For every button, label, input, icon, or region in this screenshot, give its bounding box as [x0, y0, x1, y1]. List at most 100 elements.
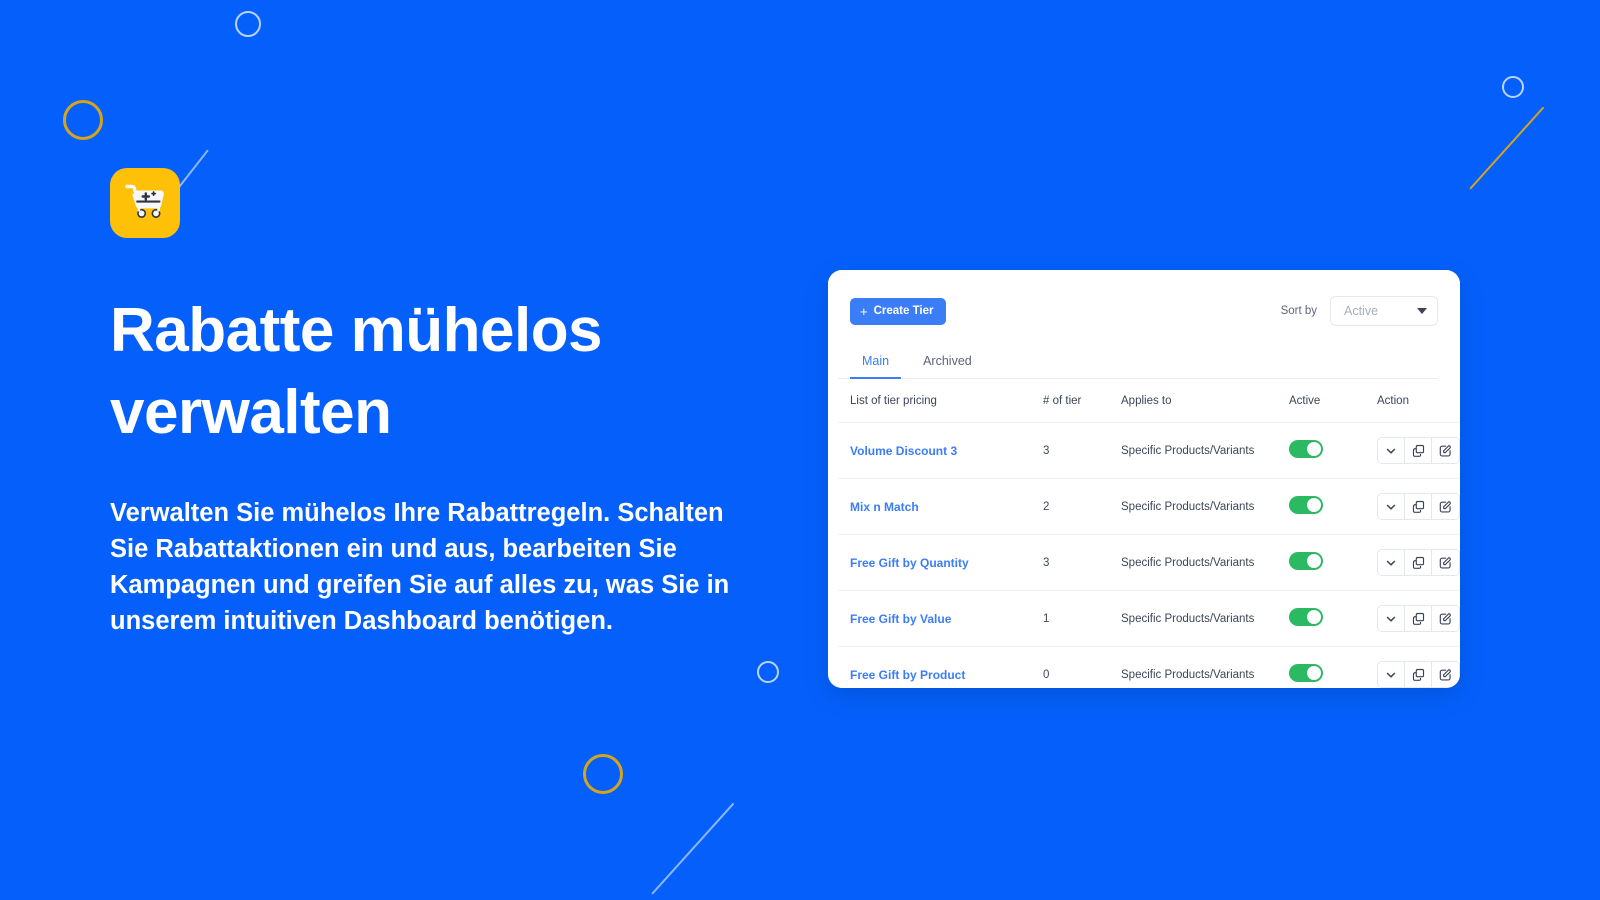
duplicate-icon — [1412, 556, 1425, 569]
edit-button[interactable] — [1432, 662, 1459, 687]
app-screenshot-card: + Create Tier Sort by Active Main Archiv… — [828, 270, 1460, 688]
chevron-down-icon — [1385, 669, 1397, 681]
table-row: Mix n Match 2 Specific Products/Variants — [838, 478, 1460, 535]
line-gold-topright — [1469, 106, 1545, 190]
chevron-down-icon — [1385, 445, 1397, 457]
cell-action — [1377, 647, 1460, 688]
cell-applies-to: Specific Products/Variants — [1121, 478, 1289, 535]
ring-gold-bottom — [583, 754, 623, 794]
row-action-group — [1377, 493, 1460, 520]
ring-white-top — [235, 11, 261, 37]
edit-button[interactable] — [1432, 494, 1459, 519]
cell-tier-count: 2 — [1043, 478, 1121, 535]
cell-active — [1289, 422, 1377, 479]
cell-active — [1289, 478, 1377, 535]
caret-down-icon — [1417, 308, 1427, 314]
tab-main[interactable]: Main — [850, 348, 902, 379]
cell-name: Mix n Match — [838, 478, 1043, 535]
cell-name: Free Gift by Quantity — [838, 534, 1043, 591]
tier-name-link[interactable]: Free Gift by Quantity — [850, 556, 969, 570]
cell-active — [1289, 647, 1377, 689]
active-toggle[interactable] — [1289, 496, 1323, 514]
tier-name-link[interactable]: Free Gift by Product — [850, 668, 965, 682]
cell-applies-to: Specific Products/Variants — [1121, 422, 1289, 479]
app-screenshot-inner: + Create Tier Sort by Active Main Archiv… — [828, 270, 1460, 688]
cell-action — [1377, 534, 1460, 591]
duplicate-icon — [1412, 668, 1425, 681]
cell-action — [1377, 590, 1460, 647]
duplicate-button[interactable] — [1405, 438, 1432, 463]
sort-by-value: Active — [1344, 304, 1379, 318]
duplicate-icon — [1412, 500, 1425, 513]
edit-icon — [1439, 612, 1452, 625]
column-header-active: Active — [1289, 379, 1377, 423]
cell-active — [1289, 534, 1377, 591]
edit-icon — [1439, 500, 1452, 513]
edit-button[interactable] — [1432, 550, 1459, 575]
duplicate-icon — [1412, 444, 1425, 457]
cell-action — [1377, 422, 1460, 479]
cell-tier-count: 0 — [1043, 668, 1050, 681]
app-logo — [110, 168, 180, 238]
hero-title: Rabatte mühelos verwalten — [110, 296, 603, 447]
cell-action — [1377, 478, 1460, 535]
tier-name-link[interactable]: Mix n Match — [850, 500, 919, 514]
cell-active — [1289, 590, 1377, 647]
toggle-knob — [1307, 554, 1321, 568]
table-header: List of tier pricing # of tier Applies t… — [838, 379, 1460, 423]
tier-name-link[interactable]: Volume Discount 3 — [850, 444, 957, 458]
chevron-down-button[interactable] — [1378, 606, 1405, 631]
table-row: Volume Discount 3 3 Specific Products/Vari… — [838, 422, 1460, 479]
duplicate-button[interactable] — [1405, 550, 1432, 575]
sort-control: Sort by Active — [1281, 296, 1438, 326]
create-tier-button-label: Create Tier — [873, 305, 934, 317]
hero-body-text: Verwalten Sie mühelos Ihre Rabattregeln.… — [110, 498, 730, 635]
edit-button[interactable] — [1432, 606, 1459, 631]
tier-pricing-table: List of tier pricing # of tier Applies t… — [838, 379, 1460, 688]
table-row: Free Gift by Quantity 3 Specific Products/… — [838, 534, 1460, 591]
plus-icon: + — [860, 303, 868, 319]
line-white-bottom — [651, 802, 735, 895]
edit-icon — [1439, 556, 1452, 569]
edit-icon — [1439, 668, 1452, 681]
column-header-applies-to: Applies to — [1121, 379, 1289, 423]
chevron-down-icon — [1385, 557, 1397, 569]
ring-white-mid — [757, 661, 779, 683]
tier-name-link[interactable]: Free Gift by Value — [850, 612, 951, 626]
active-toggle[interactable] — [1289, 664, 1323, 682]
cell-tier-count: 3 — [1043, 534, 1121, 591]
hero-section: Rabatte mühelos verwalten Verwalten Sie … — [110, 168, 770, 639]
active-toggle[interactable] — [1289, 440, 1323, 458]
cell-name: Free Gift by Product — [838, 647, 1043, 689]
tab-archived[interactable]: Archived — [911, 348, 984, 379]
create-tier-button[interactable]: + Create Tier — [850, 297, 947, 325]
chevron-down-button[interactable] — [1378, 550, 1405, 575]
column-header-name: List of tier pricing — [838, 379, 1043, 423]
active-toggle[interactable] — [1289, 608, 1323, 626]
duplicate-button[interactable] — [1405, 494, 1432, 519]
chevron-down-button[interactable] — [1378, 494, 1405, 519]
row-action-group — [1377, 661, 1460, 688]
chevron-down-button[interactable] — [1378, 438, 1405, 463]
table-body: Volume Discount 3 3 Specific Products/Vari… — [838, 422, 1460, 689]
duplicate-button[interactable] — [1405, 662, 1432, 687]
edit-button[interactable] — [1432, 438, 1459, 463]
shopping-cart-plus-icon — [123, 181, 167, 226]
cell-name: Volume Discount 3 — [838, 422, 1043, 479]
chevron-down-button[interactable] — [1378, 662, 1405, 687]
row-action-group — [1377, 437, 1460, 464]
cell-tier-count: 3 — [1043, 422, 1121, 479]
duplicate-button[interactable] — [1405, 606, 1432, 631]
cell-applies-to: Specific Products/Variants — [1121, 590, 1289, 647]
duplicate-icon — [1412, 612, 1425, 625]
toggle-knob — [1307, 610, 1321, 624]
app-toolbar: + Create Tier Sort by Active — [838, 296, 1438, 326]
cell-applies-to: Specific Products/Variants — [1121, 668, 1255, 681]
tab-bar: Main Archived — [838, 348, 1438, 379]
sort-by-select[interactable]: Active — [1330, 296, 1438, 326]
active-toggle[interactable] — [1289, 552, 1323, 570]
row-action-group — [1377, 605, 1460, 632]
ring-white-right — [1502, 76, 1524, 98]
sort-by-label: Sort by — [1280, 305, 1317, 317]
toggle-knob — [1307, 498, 1321, 512]
